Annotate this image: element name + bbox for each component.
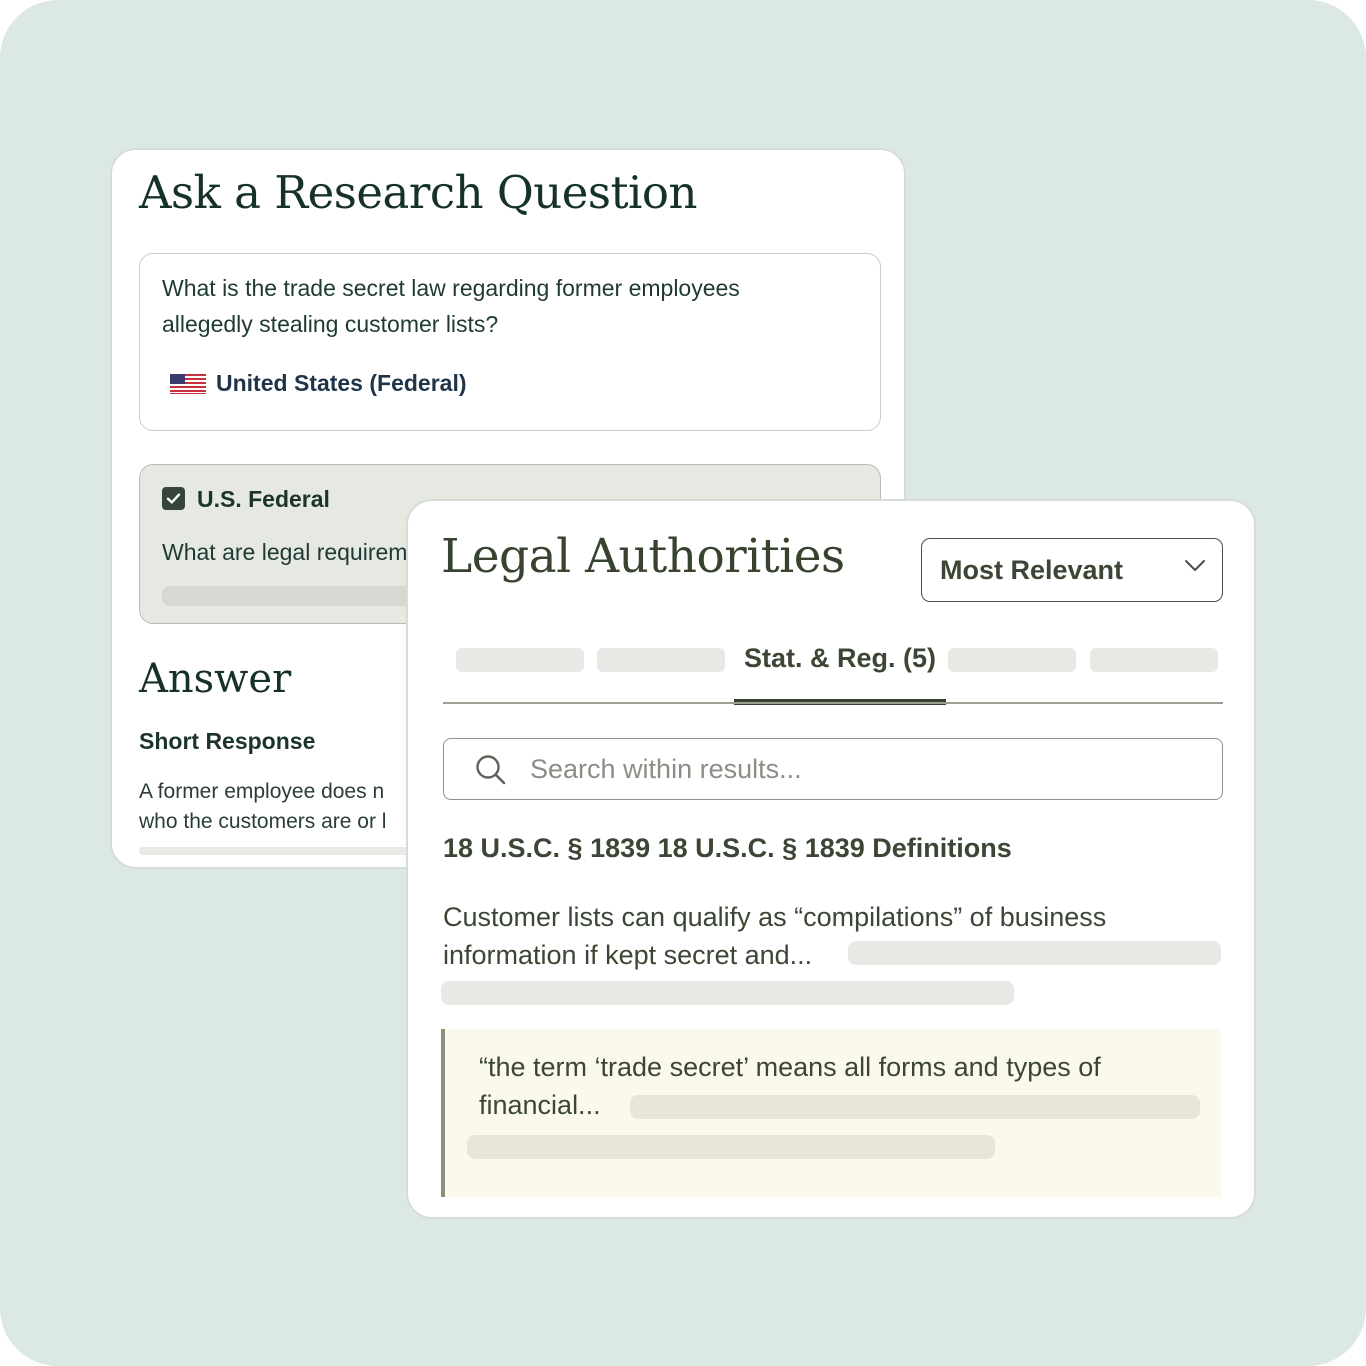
summary-line-1: Customer lists can qualify as “compilati… [443,902,1107,932]
sort-dropdown[interactable]: Most Relevant [921,538,1223,602]
question-box[interactable]: What is the trade secret law regarding f… [139,253,881,431]
tabs-divider [443,702,1223,704]
quote-line-1: “the term ‘trade secret’ means all forms… [479,1052,1101,1082]
sort-selected-value: Most Relevant [940,555,1124,585]
jurisdiction-label: United States (Federal) [216,370,467,396]
search-field[interactable] [443,738,1223,800]
question-text: What is the trade secret law regarding f… [162,270,802,342]
chevron-down-icon [1185,560,1205,571]
checkbox-checked-icon[interactable] [162,487,185,510]
loading-placeholder [441,981,1014,1005]
subquestion-label: U.S. Federal [197,486,330,512]
question-line-1: What is the trade secret law regarding f… [162,275,740,301]
subquestion-text: What are legal requirem [162,539,408,565]
short-response-label: Short Response [139,728,316,754]
answer-heading: Answer [139,656,292,702]
result-quote: “the term ‘trade secret’ means all forms… [441,1029,1221,1197]
us-flag-icon [170,373,206,394]
search-input[interactable] [530,749,1190,789]
search-icon [476,755,506,785]
tab-placeholder[interactable] [948,648,1076,672]
tab-placeholder[interactable] [456,648,584,672]
tab-placeholder[interactable] [1090,648,1218,672]
authority-tabs: Stat. & Reg. (5) [443,629,1223,705]
background-canvas: Ask a Research Question What is the trad… [0,0,1366,1366]
tab-statutes-regulations[interactable]: Stat. & Reg. (5) [734,629,946,705]
authorities-title: Legal Authorities [441,529,845,584]
loading-placeholder [467,1135,995,1159]
result-citation[interactable]: 18 U.S.C. § 1839 18 U.S.C. § 1839 Defini… [443,833,1012,864]
tab-label: Stat. & Reg. (5) [743,643,937,673]
loading-placeholder [848,941,1221,965]
question-line-2: allegedly stealing customer lists? [162,311,499,337]
jurisdiction-selector[interactable]: United States (Federal) [170,370,467,397]
loading-placeholder [630,1095,1200,1119]
research-title: Ask a Research Question [139,166,698,219]
tab-placeholder[interactable] [597,648,725,672]
